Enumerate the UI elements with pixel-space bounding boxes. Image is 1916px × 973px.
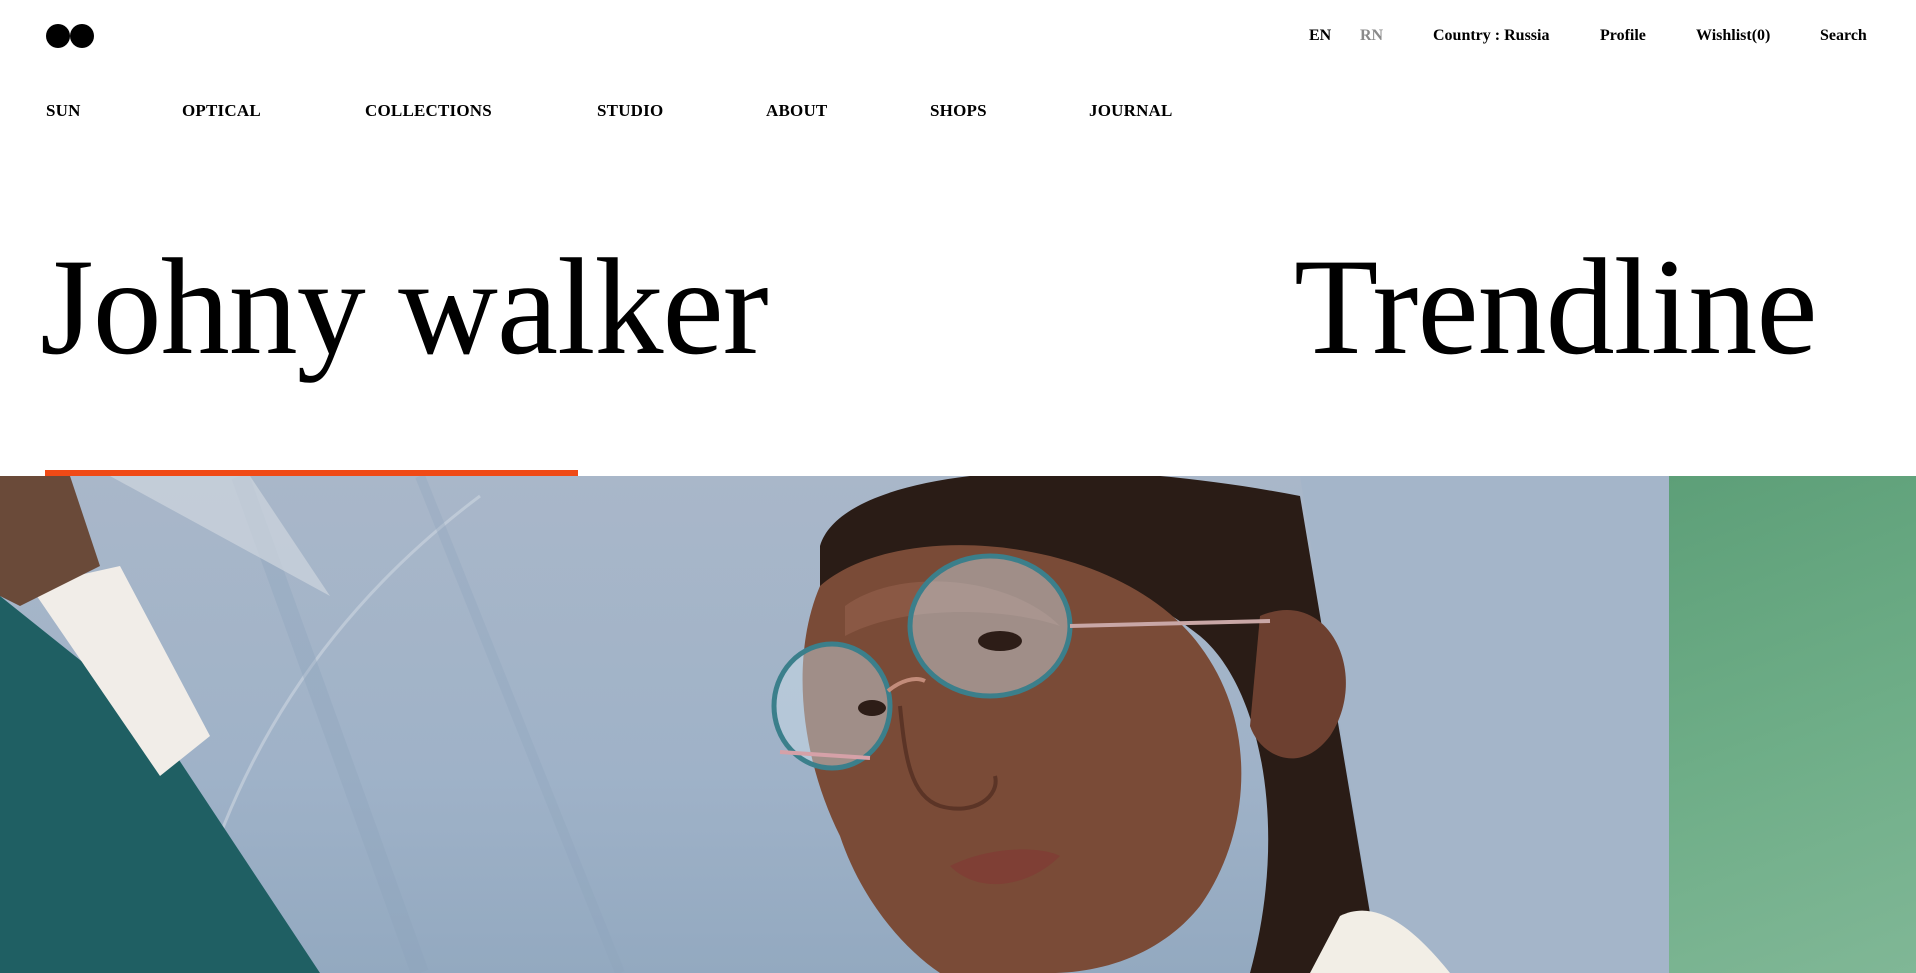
nav-item-about[interactable]: ABOUT xyxy=(766,101,827,121)
nav-item-collections[interactable]: COLLECTIONS xyxy=(365,101,492,121)
nav-item-sun[interactable]: SUN xyxy=(46,101,81,121)
wishlist-link[interactable]: Wishlist(0) xyxy=(1696,26,1770,46)
profile-link[interactable]: Profile xyxy=(1600,26,1646,46)
hero-title-right[interactable]: Trendline xyxy=(1294,238,1818,376)
nav-item-optical[interactable]: OPTICAL xyxy=(182,101,261,121)
language-rn-link[interactable]: RN xyxy=(1360,26,1383,46)
language-en-link[interactable]: EN xyxy=(1309,26,1331,46)
hero-illustration xyxy=(0,476,1669,973)
hero-title-left[interactable]: Johny walker xyxy=(40,238,769,376)
logo-dot-right xyxy=(70,24,94,48)
search-link[interactable]: Search xyxy=(1820,26,1867,46)
next-slide-preview[interactable] xyxy=(1669,476,1916,973)
nav-item-studio[interactable]: STUDIO xyxy=(597,101,663,121)
site-header: EN RN Country : Russia Profile Wishlist(… xyxy=(0,0,1916,72)
main-navigation: SUN OPTICAL COLLECTIONS STUDIO ABOUT SHO… xyxy=(0,101,1916,125)
logo-dot-left xyxy=(46,24,70,48)
hero-image[interactable] xyxy=(0,476,1669,973)
nav-item-journal[interactable]: JOURNAL xyxy=(1089,101,1173,121)
country-selector[interactable]: Country : Russia xyxy=(1433,26,1549,46)
nav-item-shops[interactable]: SHOPS xyxy=(930,101,987,121)
brand-logo[interactable] xyxy=(46,24,94,48)
